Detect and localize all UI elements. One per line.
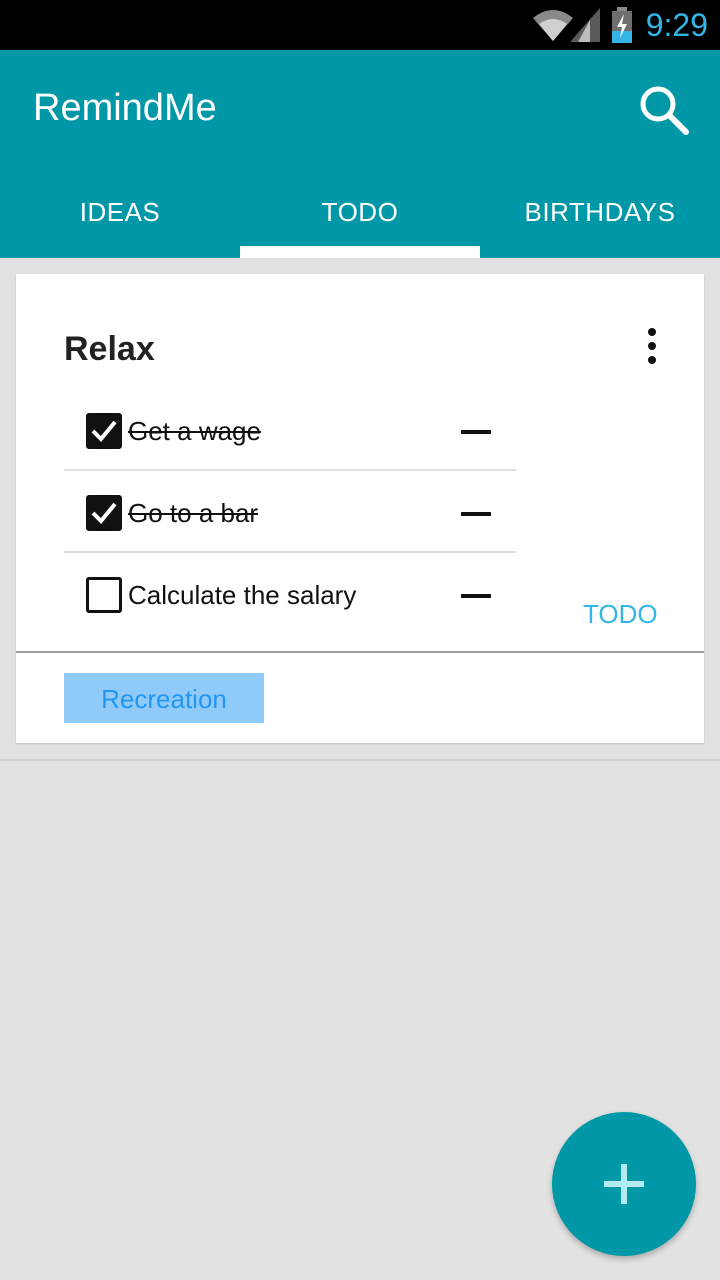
category-label: TODO [583, 599, 658, 629]
tab-ideas[interactable]: IDEAS [0, 180, 240, 258]
more-vert-icon-dot [648, 356, 656, 364]
item-divider [64, 551, 516, 553]
item-text[interactable]: Get a wage [128, 415, 261, 447]
item-text[interactable]: Calculate the salary [128, 579, 356, 611]
overflow-menu-button[interactable] [638, 326, 666, 370]
remove-item-button[interactable] [461, 594, 491, 598]
wifi-icon [533, 10, 573, 41]
signal-icon [570, 8, 600, 42]
card-title: Relax [64, 330, 155, 368]
battery-charging-icon [612, 7, 632, 43]
list-divider [0, 759, 720, 761]
card-divider [16, 651, 704, 653]
plus-icon [604, 1164, 644, 1204]
app-title: RemindMe [33, 87, 217, 129]
add-reminder-button[interactable] [552, 1112, 696, 1256]
item-checkbox[interactable] [86, 413, 122, 449]
remove-item-button[interactable] [461, 430, 491, 434]
item-checkbox[interactable] [86, 577, 122, 613]
item-checkbox[interactable] [86, 495, 122, 531]
item-divider [64, 469, 516, 471]
todo-item: Go to a bar [64, 473, 516, 553]
check-icon [91, 420, 117, 442]
item-text[interactable]: Go to a bar [128, 497, 258, 529]
tag-chip[interactable]: Recreation [64, 673, 264, 723]
tab-indicator [240, 246, 480, 258]
check-icon [91, 502, 117, 524]
search-icon [640, 86, 689, 135]
app-bar: RemindMe IDEAS TODO BIRTHDAYS [0, 50, 720, 258]
search-button[interactable] [636, 82, 692, 138]
remove-item-button[interactable] [461, 512, 491, 516]
more-vert-icon-dot [648, 342, 656, 350]
reminder-card[interactable]: Relax Get a wage Go to a bar Calculate t… [16, 274, 704, 743]
clock-time: 9:29 [645, 7, 708, 43]
tab-birthdays[interactable]: BIRTHDAYS [480, 180, 720, 258]
status-bar: 9:29 [0, 0, 720, 50]
todo-item: Get a wage [64, 391, 516, 471]
todo-item: Calculate the salary [64, 555, 516, 635]
more-vert-icon-dot [648, 328, 656, 336]
